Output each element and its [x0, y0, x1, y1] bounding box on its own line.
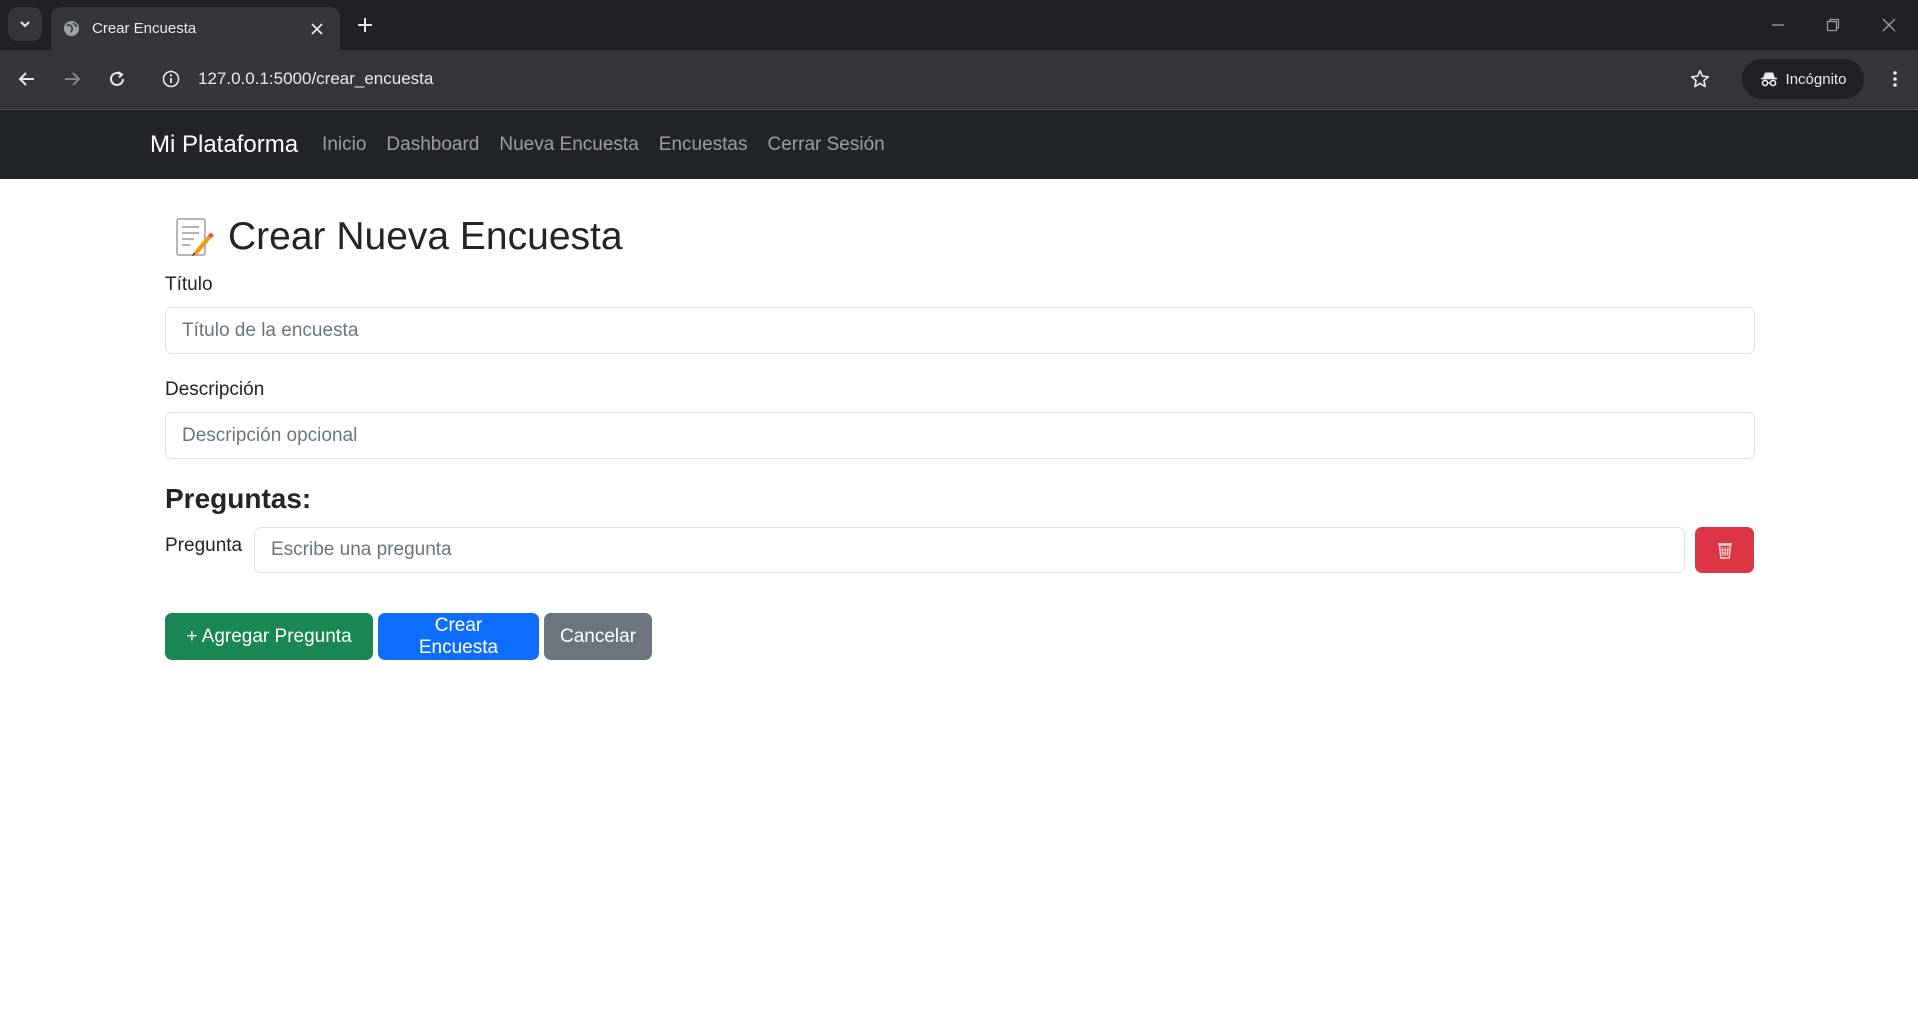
- question-input[interactable]: [254, 527, 1685, 573]
- incognito-label: Incógnito: [1785, 70, 1847, 88]
- site-navbar: Mi Plataforma Inicio Dashboard Nueva Enc…: [0, 110, 1918, 179]
- reload-button[interactable]: [102, 64, 132, 94]
- browser-menu-button[interactable]: [1880, 64, 1910, 94]
- minimize-button[interactable]: [1765, 12, 1791, 38]
- form-actions: + Agregar Pregunta Crear Encuesta Cancel…: [165, 613, 1755, 660]
- navbar-brand[interactable]: Mi Plataforma: [150, 131, 298, 159]
- forward-button[interactable]: [57, 64, 87, 94]
- incognito-indicator[interactable]: Incógnito: [1742, 59, 1864, 99]
- incognito-icon: [1760, 72, 1777, 87]
- page-header: Crear Nueva Encuesta: [165, 212, 1755, 262]
- more-vertical-icon: [1893, 71, 1897, 87]
- bookmark-button[interactable]: [1685, 64, 1715, 94]
- arrow-left-icon: [18, 72, 34, 86]
- main-content: Crear Nueva Encuesta Título Descripción …: [165, 212, 1755, 660]
- tab-search-button[interactable]: [8, 7, 42, 41]
- star-icon: [1690, 70, 1710, 88]
- tab-title: Crear Encuesta: [92, 20, 197, 37]
- globe-icon: [62, 20, 80, 38]
- arrow-right-icon: [65, 72, 81, 86]
- nav-link-inicio[interactable]: Inicio: [312, 134, 376, 156]
- new-tab-button[interactable]: [352, 12, 378, 38]
- survey-title-input[interactable]: [165, 307, 1755, 354]
- back-button[interactable]: [12, 64, 42, 94]
- reload-icon: [110, 71, 124, 86]
- browser-toolbar: 127.0.0.1:5000/crear_encuesta Incógnito: [0, 50, 1918, 110]
- chevron-down-icon: [20, 21, 30, 28]
- nav-link-cerrar-sesion[interactable]: Cerrar Sesión: [758, 134, 895, 156]
- nav-link-dashboard[interactable]: Dashboard: [376, 134, 489, 156]
- trash-icon: [1717, 543, 1732, 559]
- close-window-button[interactable]: [1876, 12, 1902, 38]
- url-bar[interactable]: 127.0.0.1:5000/crear_encuesta: [150, 59, 1730, 99]
- title-label: Título: [165, 274, 213, 295]
- nav-links: Inicio Dashboard Nueva Encuesta Encuesta…: [312, 134, 895, 156]
- close-tab-icon[interactable]: [306, 18, 328, 40]
- questions-heading: Preguntas:: [165, 483, 312, 514]
- browser-tab[interactable]: Crear Encuesta: [51, 7, 340, 50]
- nav-link-encuestas[interactable]: Encuestas: [649, 134, 758, 156]
- page-title: Crear Nueva Encuesta: [228, 215, 623, 258]
- close-icon: [1882, 18, 1896, 32]
- delete-question-button[interactable]: [1695, 527, 1754, 573]
- nav-link-nueva-encuesta[interactable]: Nueva Encuesta: [489, 134, 648, 156]
- minimize-icon: [1772, 24, 1784, 26]
- url-text: 127.0.0.1:5000/crear_encuesta: [198, 69, 434, 88]
- question-label: Pregunta: [165, 535, 243, 556]
- add-question-button[interactable]: + Agregar Pregunta: [165, 613, 373, 660]
- cancel-button[interactable]: Cancelar: [544, 613, 652, 660]
- memo-icon: [176, 218, 214, 256]
- info-icon[interactable]: [160, 68, 182, 90]
- survey-description-input[interactable]: [165, 412, 1755, 459]
- description-label: Descripción: [165, 379, 265, 400]
- restore-button[interactable]: [1820, 12, 1846, 38]
- browser-tab-bar: Crear Encuesta: [0, 0, 1918, 50]
- question-row: Pregunta: [165, 527, 1755, 573]
- create-survey-button[interactable]: Crear Encuesta: [378, 613, 539, 660]
- plus-icon: [358, 18, 372, 32]
- restore-icon: [1826, 18, 1840, 32]
